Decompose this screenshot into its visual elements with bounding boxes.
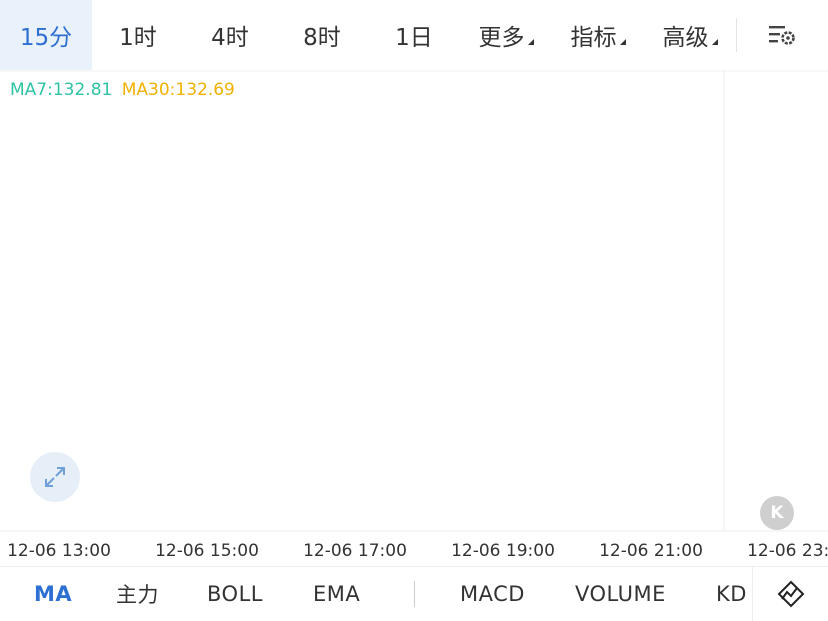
x-tick-label: 12-06 21:00 [599, 541, 703, 561]
indicator-divider [414, 581, 415, 607]
indicator-tab-label: VOLUME [575, 582, 666, 606]
tab-label: 4时 [211, 25, 249, 51]
drawing-tool-icon [777, 580, 805, 608]
tab-label: 8时 [303, 25, 341, 51]
drawing-tool-button[interactable] [752, 567, 828, 621]
x-tick-label: 12-06 19:00 [451, 541, 555, 561]
expand-icon [45, 467, 65, 487]
indicator-tab-label: MACD [460, 582, 525, 606]
tab-advanced[interactable]: 高级 [644, 0, 736, 70]
candlestick-chart[interactable]: 133.60133.20132.80132.40132.0012-06 13:0… [0, 70, 828, 566]
interval-tabs: 15分 1时 4时 8时 1日 更多 指标 高级 [0, 0, 828, 70]
tab-label: 1日 [395, 25, 433, 51]
indicator-tab-label: MA [34, 582, 73, 606]
tab-label: 更多 [478, 25, 525, 51]
tab-label: 高级 [662, 25, 709, 51]
fullscreen-button[interactable] [30, 452, 80, 502]
indicator-tab-label: EMA [313, 582, 361, 606]
indicator-tab-kd[interactable]: KD [716, 567, 748, 621]
dropdown-triangle-icon [619, 39, 626, 45]
indicator-tab-volume[interactable]: VOLUME [575, 567, 666, 621]
x-tick-label: 12-06 23:00 [747, 541, 828, 561]
tab-1h[interactable]: 1时 [92, 0, 184, 70]
x-tick-label: 12-06 13:00 [7, 541, 111, 561]
tab-15min[interactable]: 15分 [0, 0, 92, 70]
indicator-tab-boll[interactable]: BOLL [207, 567, 263, 621]
x-tick-label: 12-06 17:00 [303, 541, 407, 561]
dropdown-triangle-icon [711, 39, 718, 45]
indicator-tab-ma[interactable]: MA [34, 567, 72, 621]
indicator-tab-ema[interactable]: EMA [313, 567, 360, 621]
settings-button[interactable] [735, 0, 828, 70]
tab-label: 1时 [119, 25, 157, 51]
indicator-tab-label: BOLL [207, 582, 263, 606]
tab-8h[interactable]: 8时 [276, 0, 368, 70]
tab-label: 15分 [19, 25, 73, 51]
dropdown-triangle-icon [527, 39, 534, 45]
indicator-tab-main[interactable]: 主力 [116, 567, 159, 621]
indicator-tabs: MA 主力 BOLL EMA MACD VOLUME KD [0, 566, 828, 621]
tab-label: 指标 [570, 25, 617, 51]
tab-1d[interactable]: 1日 [368, 0, 460, 70]
tab-more[interactable]: 更多 [460, 0, 552, 70]
tab-indicators[interactable]: 指标 [552, 0, 644, 70]
settings-icon [768, 26, 795, 45]
x-tick-label: 12-06 15:00 [155, 541, 259, 561]
indicator-tab-label: KD [716, 582, 747, 606]
indicator-tab-label: 主力 [116, 583, 159, 607]
tab-4h[interactable]: 4时 [184, 0, 276, 70]
indicator-tab-macd[interactable]: MACD [460, 567, 525, 621]
k-button-label: K [770, 503, 784, 523]
k-button-icon[interactable]: K [760, 496, 794, 530]
